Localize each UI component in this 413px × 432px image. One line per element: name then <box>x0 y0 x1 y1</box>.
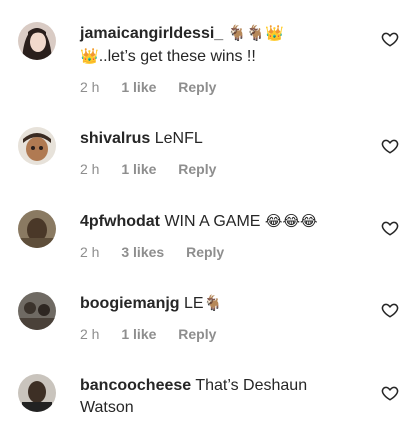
goat-emoji: 🐐 <box>203 294 223 312</box>
goat-crown-emoji: 🐐🐐👑 <box>227 24 284 42</box>
comment-username[interactable]: boogiemanjg <box>80 295 180 312</box>
heart-outline-icon[interactable] <box>381 137 399 155</box>
comment-text: 4pfwhodat WIN A GAME 😂😂😂 <box>80 210 365 233</box>
comment-time: 2 h <box>80 79 100 95</box>
comment-meta: 2 h 1 like Reply <box>80 79 234 95</box>
comment-body: LeNFL <box>154 130 203 147</box>
comment-likes[interactable]: 1 like <box>121 161 156 177</box>
comment-body: LE <box>184 295 204 312</box>
heart-outline-icon[interactable] <box>381 384 399 402</box>
reply-button[interactable]: Reply <box>178 161 216 177</box>
comment-meta: 2 h 1 like Reply <box>80 161 234 177</box>
comment-text: bancoocheese That’s Deshaun Watson <box>80 375 365 419</box>
heart-outline-icon[interactable] <box>381 30 399 48</box>
heart-outline-icon[interactable] <box>381 219 399 237</box>
avatar[interactable] <box>18 292 56 330</box>
comment-likes[interactable]: 1 like <box>121 79 156 95</box>
reply-button[interactable]: Reply <box>178 326 216 342</box>
comment-text: boogiemanjg LE🐐 <box>80 292 365 315</box>
heart-outline-icon[interactable] <box>381 301 399 319</box>
avatar[interactable] <box>18 374 56 412</box>
comment-meta: 2 h 1 like Reply <box>80 326 234 342</box>
reply-button[interactable]: Reply <box>178 79 216 95</box>
comment-likes[interactable]: 1 like <box>121 326 156 342</box>
comment-username[interactable]: shivalrus <box>80 130 150 147</box>
comment-username[interactable]: jamaicangirldessi_ <box>80 25 223 42</box>
comment-text: jamaicangirldessi_ 🐐🐐👑 👑..let’s get thes… <box>80 22 365 68</box>
comment-body: WIN A GAME <box>164 213 261 230</box>
comment-time: 2 h <box>80 244 100 260</box>
comment-text: shivalrus LeNFL <box>80 128 365 150</box>
reply-button[interactable]: Reply <box>186 244 224 260</box>
comment-body: ..let’s get these wins !! <box>98 48 256 65</box>
comment-meta: 2 h 3 likes Reply <box>80 244 242 260</box>
avatar[interactable] <box>18 127 56 165</box>
comment-time: 2 h <box>80 326 100 342</box>
comment-likes[interactable]: 3 likes <box>121 244 164 260</box>
avatar[interactable] <box>18 210 56 248</box>
comment-username[interactable]: bancoocheese <box>80 377 191 394</box>
avatar[interactable] <box>18 22 56 60</box>
crown-emoji: 👑 <box>80 47 99 65</box>
comment-time: 2 h <box>80 161 100 177</box>
comment-username[interactable]: 4pfwhodat <box>80 213 160 230</box>
laughing-emoji: 😂😂😂 <box>264 212 318 230</box>
